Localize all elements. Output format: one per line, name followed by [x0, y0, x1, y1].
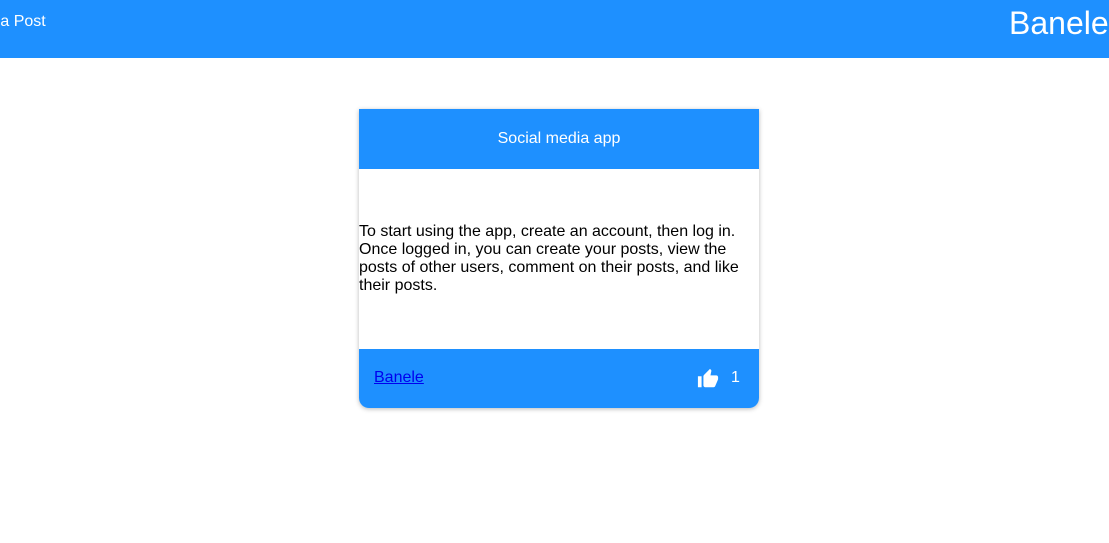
post-author-link[interactable]: Banele	[374, 369, 424, 387]
post-body: To start using the app, create an accoun…	[359, 169, 759, 349]
post-footer: Banele 1	[359, 349, 759, 408]
navbar-username: Banele	[1009, 5, 1109, 41]
top-navbar: e a Post Banele	[0, 0, 1109, 58]
post-header: Social media app	[359, 109, 759, 169]
create-post-link[interactable]: e a Post	[0, 13, 46, 31]
post-card: Social media app To start using the app,…	[359, 109, 759, 408]
thumbs-up-icon[interactable]	[697, 368, 719, 390]
post-content: To start using the app, create an accoun…	[359, 223, 739, 294]
like-count: 1	[731, 369, 740, 386]
post-title: Social media app	[497, 130, 621, 147]
